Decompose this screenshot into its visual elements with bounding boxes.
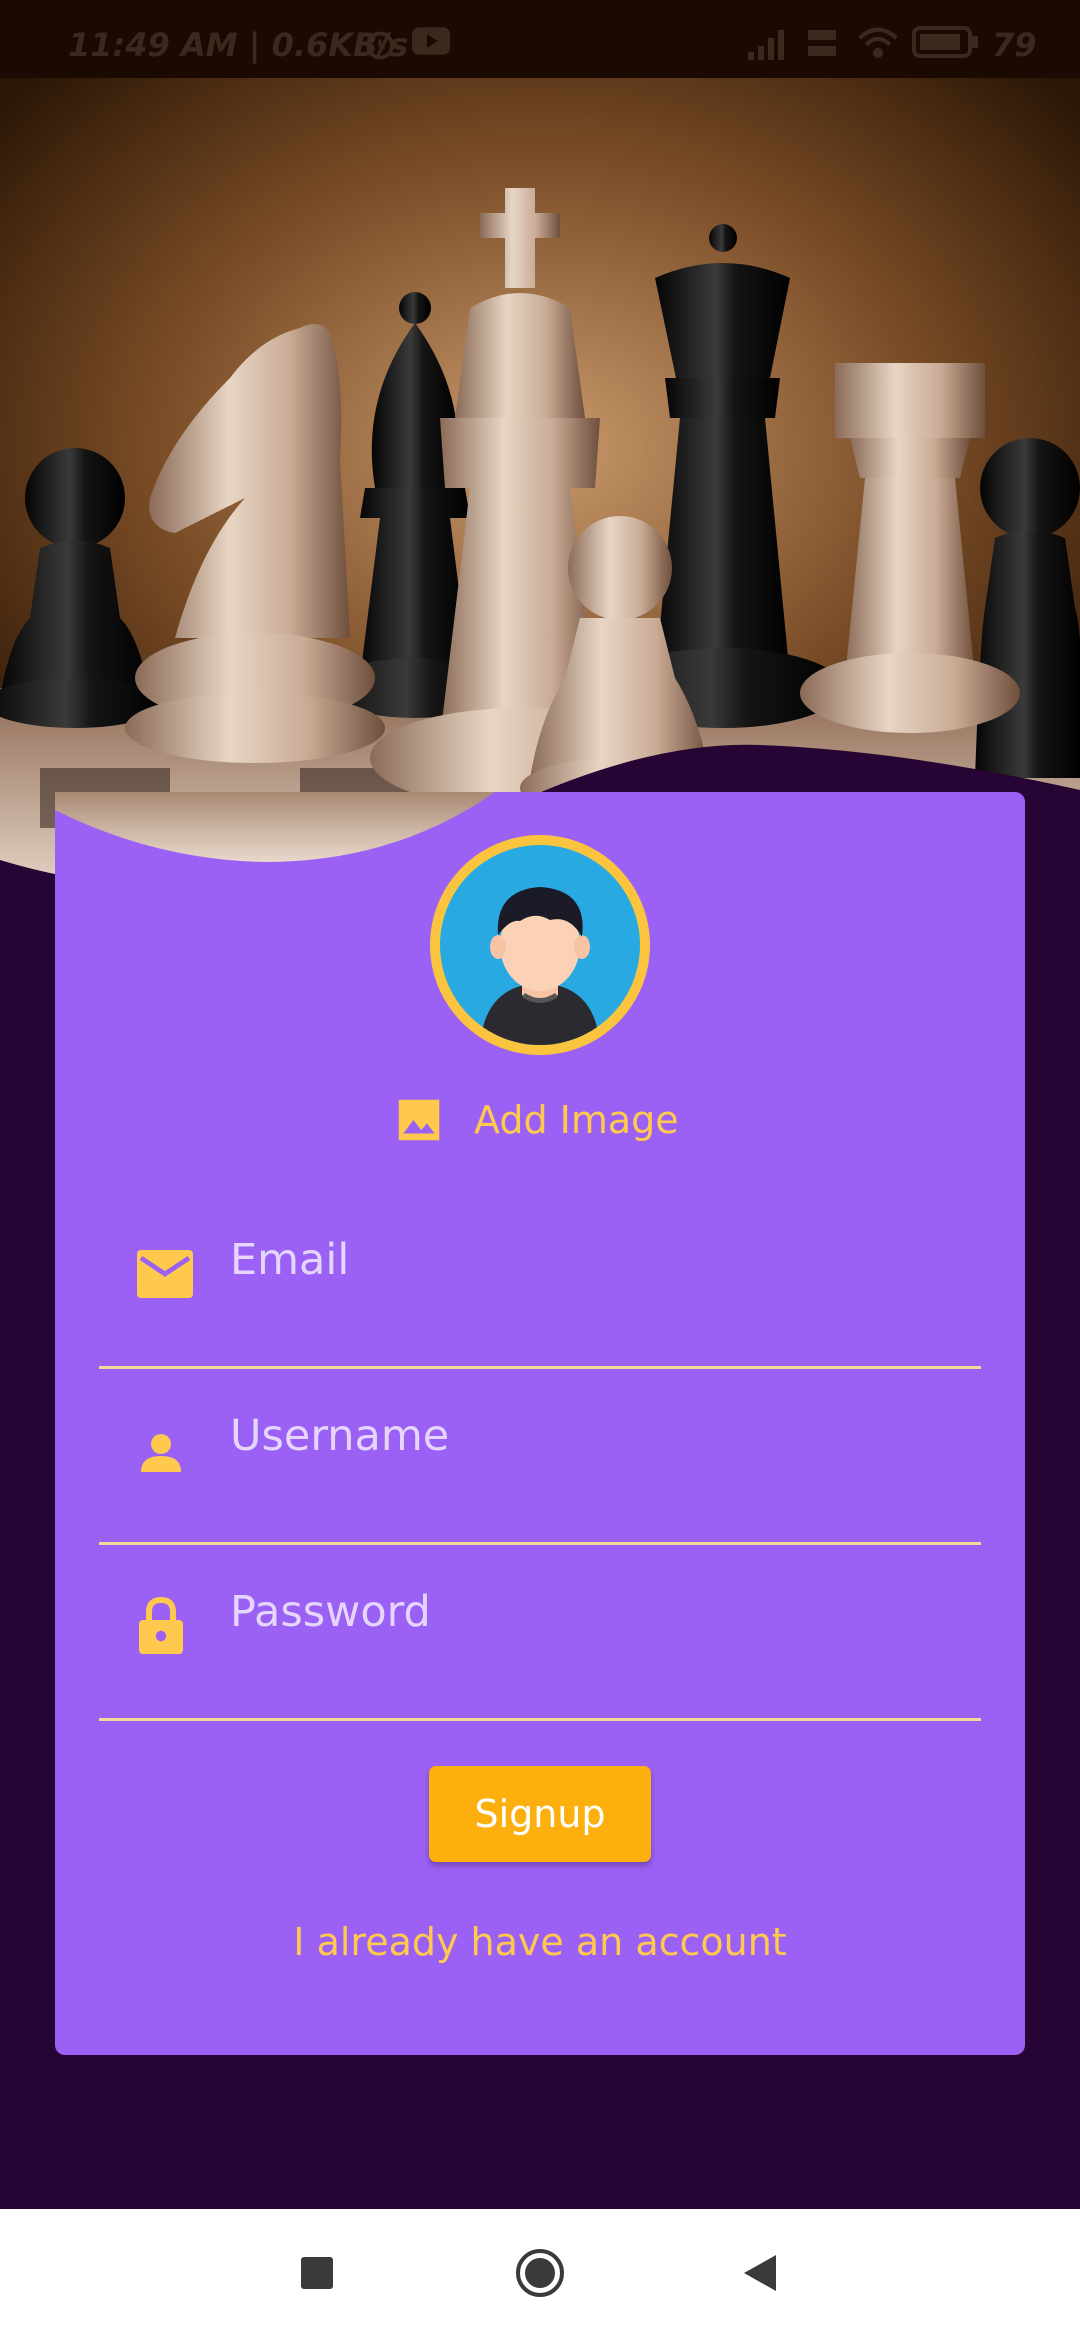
avatar-person-icon [440, 845, 640, 1045]
password-field[interactable] [230, 1582, 950, 1642]
status-bar: 11:49 AM | 0.6KB/s 79 [0, 0, 1080, 78]
email-icon [137, 1250, 193, 1298]
home-icon[interactable] [514, 2247, 566, 2299]
back-icon[interactable] [740, 2247, 780, 2299]
username-field[interactable] [230, 1406, 950, 1466]
image-icon [398, 1099, 440, 1141]
recents-icon[interactable] [297, 2247, 337, 2299]
battery-icon [912, 26, 978, 58]
wifi-icon [858, 27, 898, 58]
status-time: 11:49 AM | 0.6KB/s [68, 26, 409, 64]
person-icon [141, 1434, 181, 1472]
card-top-curve [55, 792, 495, 862]
system-nav-bar [0, 2209, 1080, 2340]
password-field-container [99, 1542, 981, 1721]
vowifi-icon [804, 26, 840, 60]
youtube-icon [412, 27, 450, 55]
email-field[interactable] [230, 1230, 950, 1290]
username-field-container [99, 1366, 981, 1545]
battery-level: 79 [992, 26, 1037, 64]
signup-button[interactable]: Signup [429, 1766, 651, 1862]
add-image-label: Add Image [474, 1098, 679, 1142]
add-image-button[interactable]: Add Image [392, 1090, 679, 1150]
avatar[interactable] [430, 835, 650, 1055]
lock-icon [139, 1596, 183, 1654]
email-field-container [99, 1190, 981, 1369]
login-link[interactable]: I already have an account [0, 1920, 1080, 1964]
signal-icon [748, 30, 784, 60]
alarm-icon [366, 31, 394, 60]
